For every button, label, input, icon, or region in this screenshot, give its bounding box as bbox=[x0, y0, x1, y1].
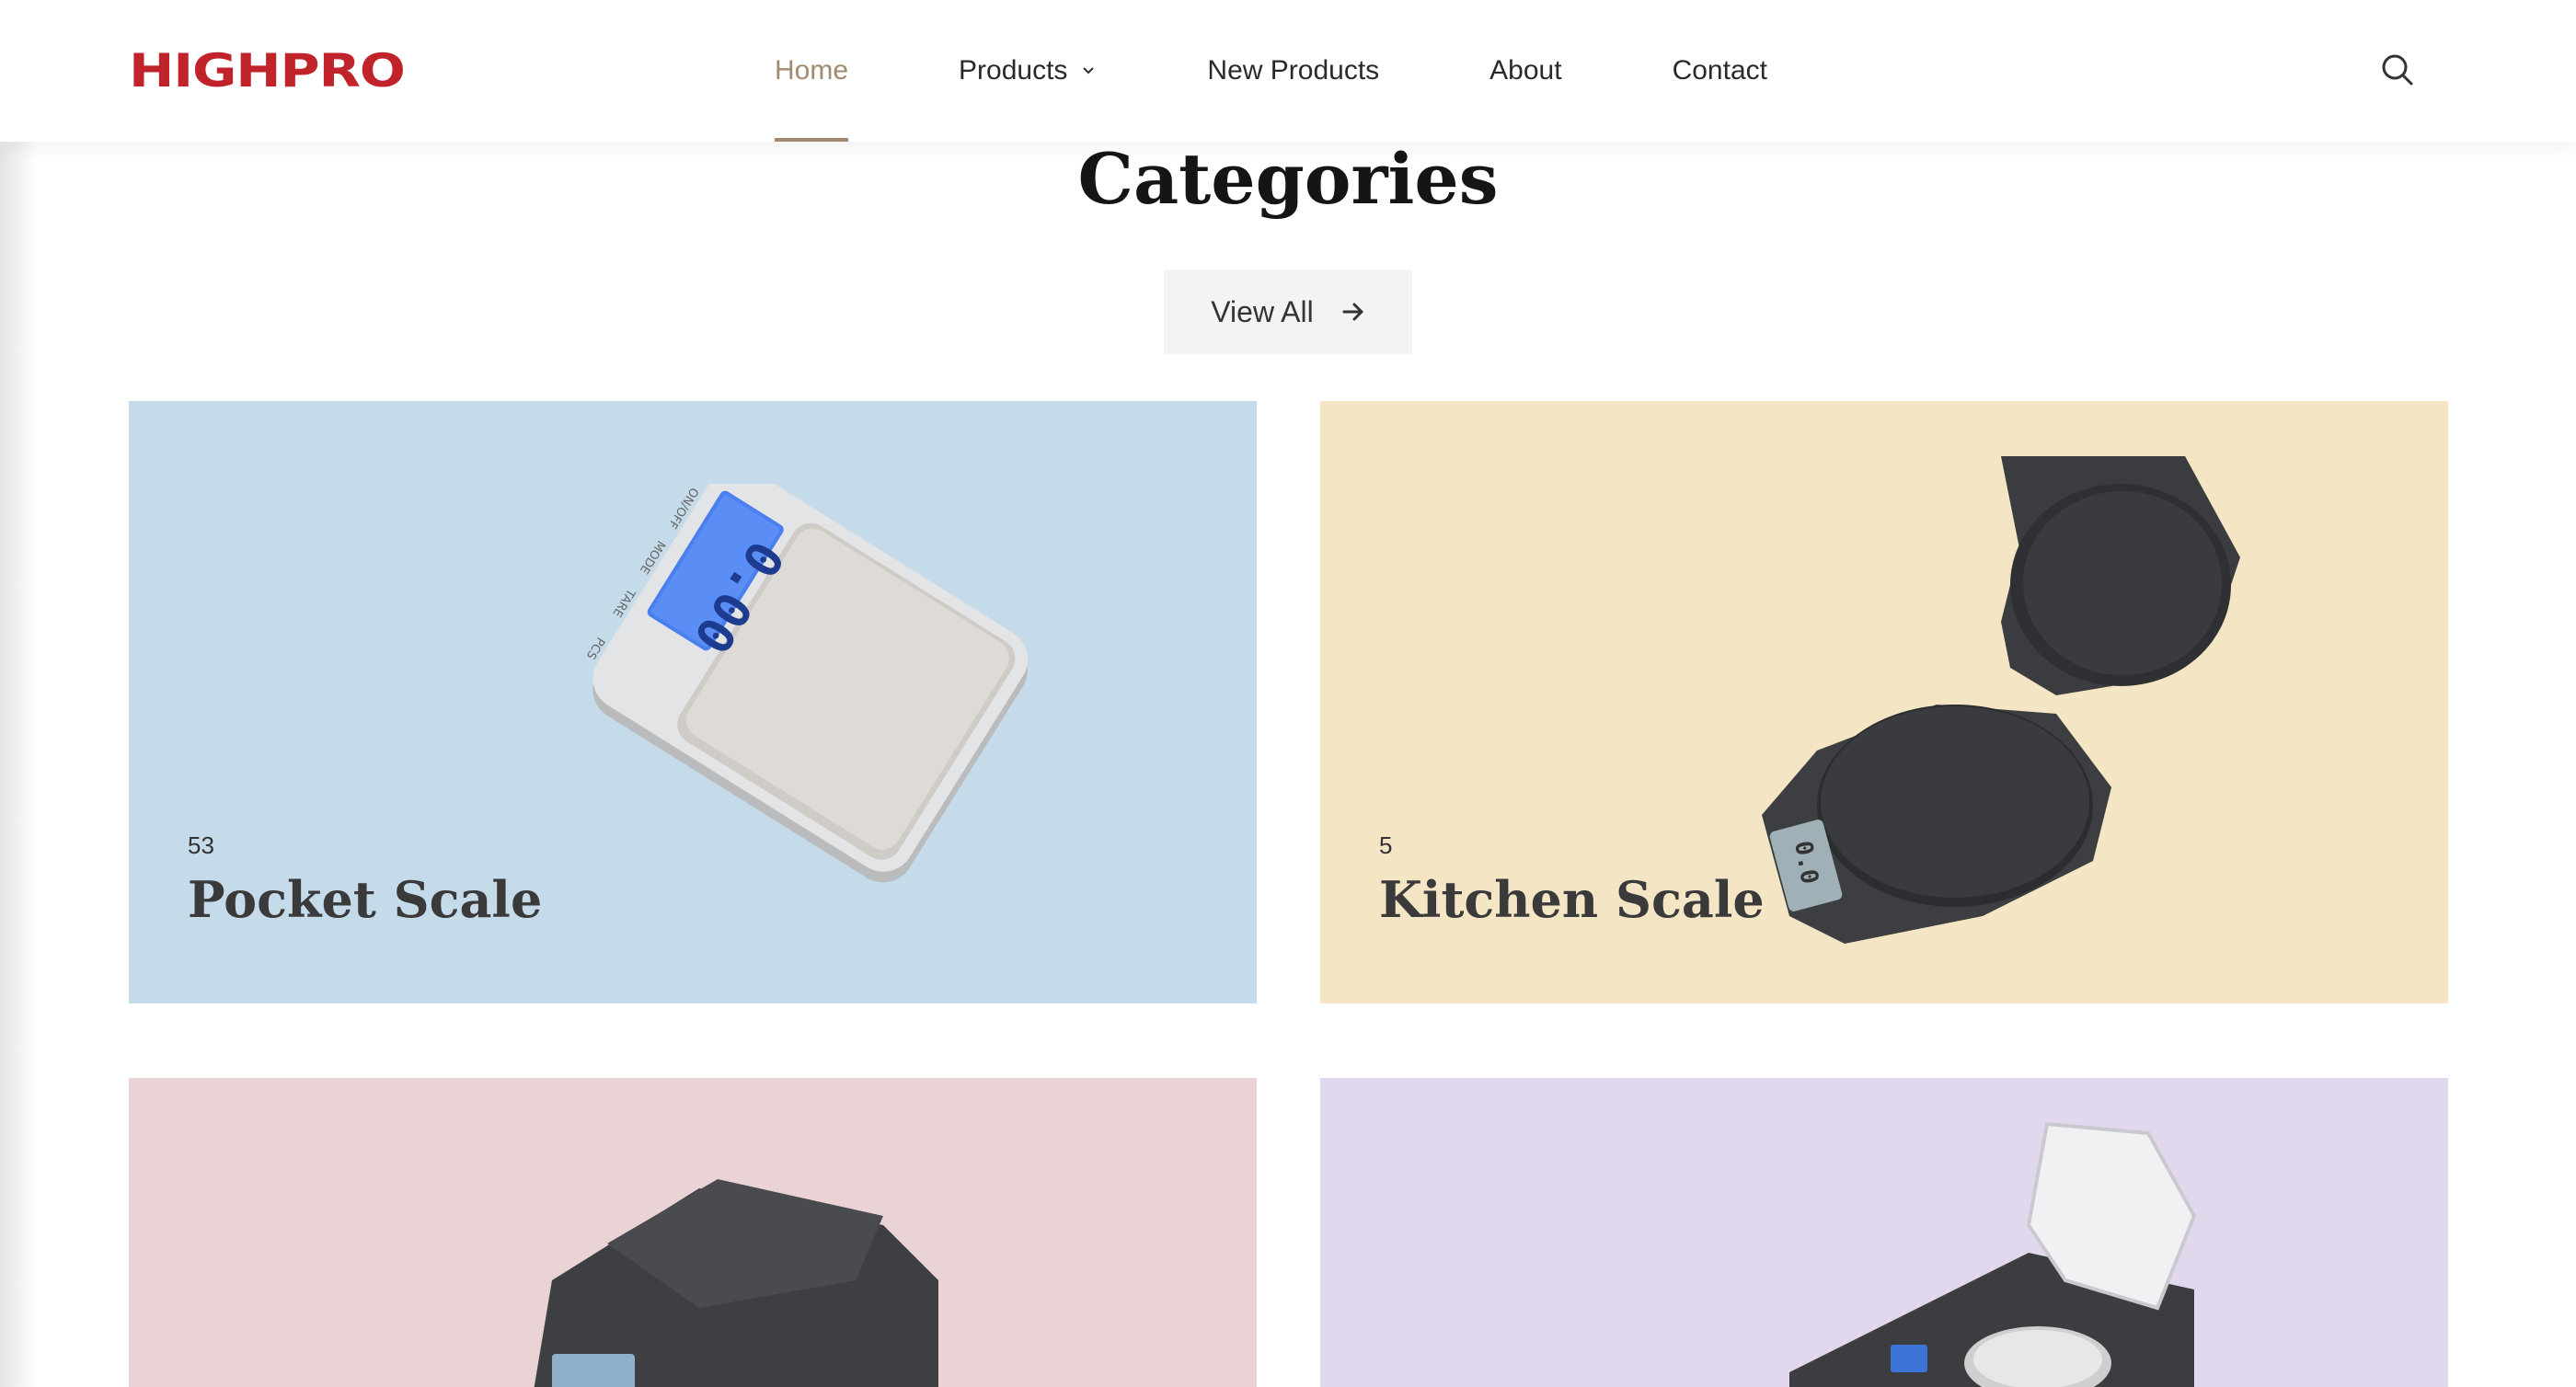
nav-item-label: Products bbox=[959, 55, 1068, 86]
view-all-label: View All bbox=[1211, 294, 1314, 328]
bench-scale-image bbox=[534, 1179, 938, 1387]
category-name: Pocket Scale bbox=[188, 870, 543, 929]
category-card-pocket-scale[interactable]: 0.00 ON/OFF MODE TARE PCS 53 Pocket Scal… bbox=[129, 401, 1257, 1003]
nav-item-label: Home bbox=[775, 55, 849, 86]
category-card[interactable] bbox=[129, 1078, 1257, 1387]
brand-logo[interactable]: HIGHPRO bbox=[129, 44, 406, 97]
view-all-button[interactable]: View All bbox=[1164, 269, 1412, 354]
page-edge-shadow bbox=[0, 0, 37, 1387]
kitchen-scale-image: 0.0 bbox=[1762, 456, 2240, 944]
precision-scale-image bbox=[1789, 1121, 2197, 1387]
site-header: HIGHPRO Home Products New Products About… bbox=[0, 0, 2576, 142]
section-title: Categories bbox=[1077, 138, 1499, 220]
arrow-right-icon bbox=[1342, 303, 1363, 321]
chevron-down-icon bbox=[1083, 67, 1095, 75]
nav-item-about[interactable]: About bbox=[1489, 0, 1561, 142]
nav-item-label: Contact bbox=[1672, 55, 1767, 86]
category-card-kitchen-scale[interactable]: 0.0 5 Kitchen Scale bbox=[1320, 401, 2448, 1003]
nav-item-new-products[interactable]: New Products bbox=[1207, 0, 1379, 142]
category-count: 53 bbox=[188, 831, 214, 859]
nav-item-contact[interactable]: Contact bbox=[1673, 0, 1767, 142]
category-card[interactable] bbox=[1320, 1078, 2448, 1387]
nav-item-label: About bbox=[1489, 55, 1562, 86]
pocket-scale-image: 0.00 ON/OFF MODE TARE PCS bbox=[583, 484, 1029, 883]
category-name: Kitchen Scale bbox=[1379, 870, 1765, 929]
nav-item-label: New Products bbox=[1207, 55, 1380, 86]
nav-item-home[interactable]: Home bbox=[775, 0, 849, 142]
main-nav: Home Products New Products About Contact bbox=[775, 0, 1878, 142]
search-icon[interactable] bbox=[2379, 52, 2416, 88]
category-count: 5 bbox=[1379, 831, 1393, 859]
nav-item-products[interactable]: Products bbox=[959, 0, 1097, 142]
